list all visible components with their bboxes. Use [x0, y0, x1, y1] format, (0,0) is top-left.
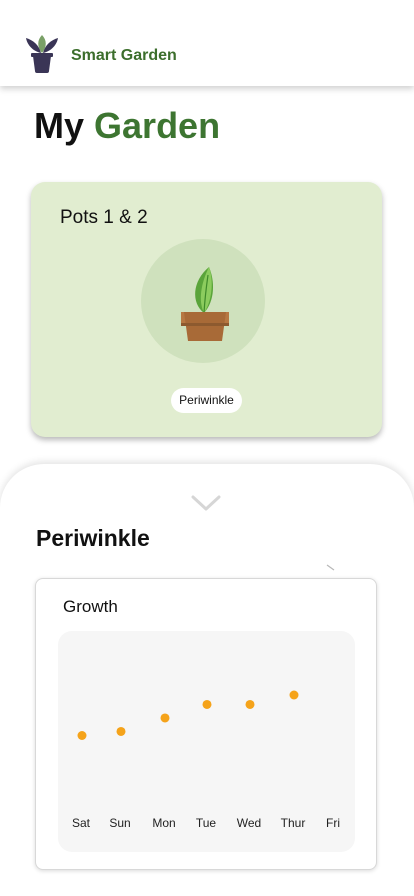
growth-data-point[interactable] — [245, 699, 255, 709]
x-tick-label: Sun — [109, 816, 130, 830]
chevron-down-icon[interactable] — [190, 494, 222, 512]
plant-pot-logo-icon[interactable] — [22, 31, 62, 73]
app-header: Smart Garden — [0, 0, 414, 86]
pot-card-title: Pots 1 & 2 — [60, 207, 148, 228]
growth-data-point[interactable] — [202, 699, 212, 709]
pot-card[interactable]: Pots 1 & 2 Periwinkle — [31, 182, 382, 437]
potted-plant-icon — [181, 267, 229, 341]
app-screen: Smart Garden My Garden Pots 1 & 2 Periwi… — [0, 0, 414, 896]
growth-data-point[interactable] — [116, 726, 126, 736]
app-name: Smart Garden — [71, 47, 177, 64]
growth-data-point[interactable] — [77, 731, 87, 740]
plant-name-chip[interactable]: Periwinkle — [171, 388, 242, 413]
growth-title: Growth — [63, 597, 118, 616]
plant-details-sheet: Periwinkle Growth Sat Sun Mon Tue Wed Thur Fri — [0, 464, 414, 896]
x-tick-label: Mon — [152, 816, 175, 830]
growth-chart: Sat Sun Mon Tue Wed Thur Fri — [58, 631, 355, 852]
x-tick-label: Thur — [281, 816, 306, 830]
growth-data-point[interactable] — [289, 690, 299, 700]
growth-card: Growth Sat Sun Mon Tue Wed Thur Fri — [35, 578, 377, 870]
x-tick-label: Fri — [326, 816, 340, 830]
growth-data-point[interactable] — [160, 713, 170, 723]
page-title-prefix: My — [34, 105, 85, 146]
page-title: My Garden — [34, 105, 220, 147]
x-tick-label: Tue — [196, 816, 217, 830]
x-tick-label: Sat — [72, 816, 91, 830]
sheet-title: Periwinkle — [36, 525, 150, 551]
page-title-accent: Garden — [94, 105, 221, 146]
x-tick-label: Wed — [237, 816, 261, 830]
scroll-indicator-mark — [326, 564, 335, 571]
growth-chart-svg: Sat Sun Mon Tue Wed Thur Fri — [72, 690, 340, 830]
